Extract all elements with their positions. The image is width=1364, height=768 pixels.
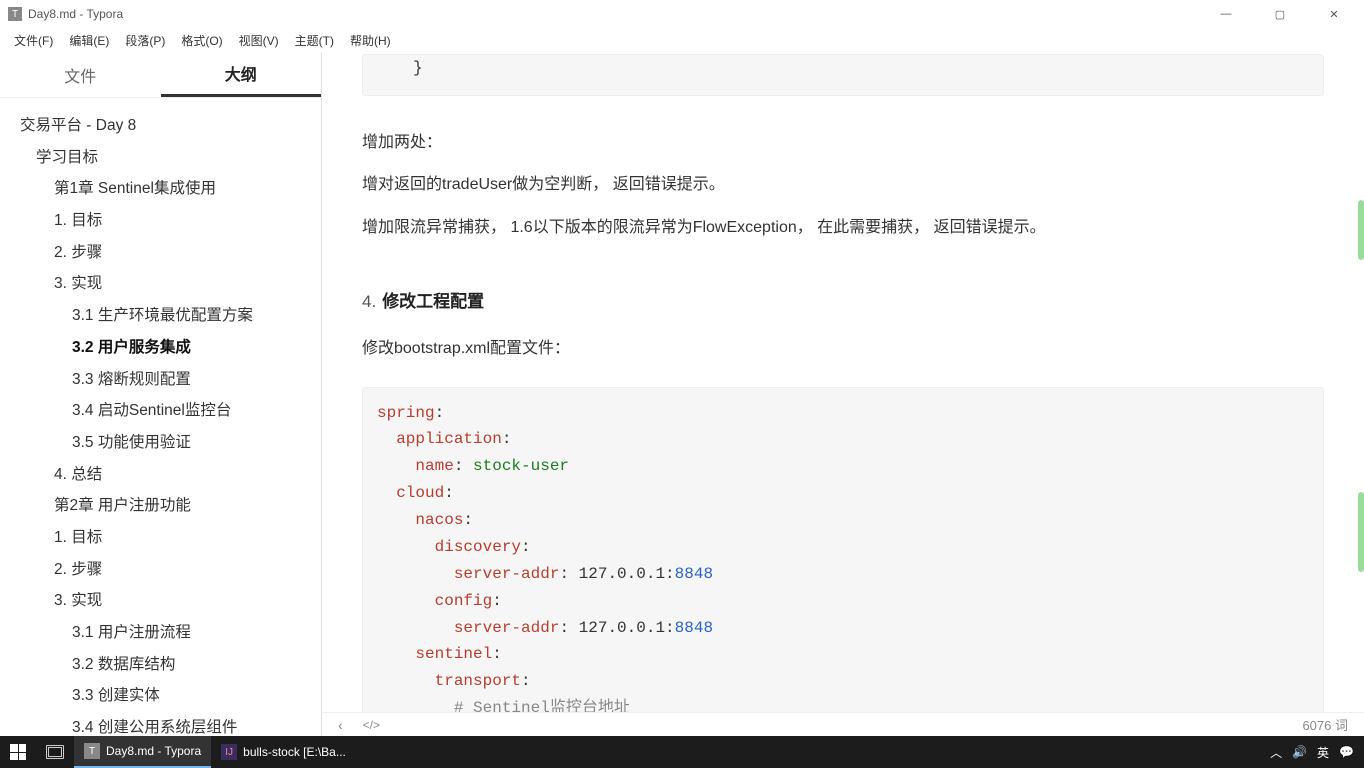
intellij-icon: IJ bbox=[221, 744, 237, 760]
outline-item[interactable]: 2. 步骤 bbox=[16, 237, 321, 269]
outline-item[interactable]: 第2章 用户注册功能 bbox=[16, 490, 321, 522]
paragraph[interactable]: 增加限流异常捕获， 1.6以下版本的限流异常为FlowException， 在此… bbox=[362, 209, 1324, 247]
taskview-icon bbox=[46, 745, 64, 759]
window-titlebar: T Day8.md - Typora — ▢ ✕ bbox=[0, 0, 1364, 28]
outline-item[interactable]: 3. 实现 bbox=[16, 585, 321, 617]
editor-content[interactable]: } 增加两处： 增对返回的tradeUser做为空判断， 返回错误提示。 增加限… bbox=[322, 52, 1364, 736]
outline-item[interactable]: 2. 步骤 bbox=[16, 554, 321, 586]
heading-text: 修改工程配置 bbox=[382, 292, 484, 311]
sidebar: 文件 大纲 交易平台 - Day 8学习目标第1章 Sentinel集成使用1.… bbox=[0, 52, 322, 736]
minimap-marker bbox=[1358, 200, 1364, 260]
taskbar-idea[interactable]: IJ bulls-stock [E:\Ba... bbox=[211, 736, 356, 768]
menu-view[interactable]: 视图(V) bbox=[231, 30, 287, 51]
yaml-code-block[interactable]: spring: application: name: stock-user cl… bbox=[362, 387, 1324, 736]
app-icon: T bbox=[8, 7, 22, 21]
source-toggle-icon[interactable]: </> bbox=[363, 718, 380, 732]
outline-item[interactable]: 3.3 熔断规则配置 bbox=[16, 364, 321, 396]
outline-item[interactable]: 3. 实现 bbox=[16, 268, 321, 300]
outline-item[interactable]: 3.2 用户服务集成 bbox=[16, 332, 321, 364]
minimize-button[interactable]: — bbox=[1208, 8, 1244, 21]
tray-ime[interactable]: 英 bbox=[1317, 744, 1329, 761]
paragraph[interactable]: 增对返回的tradeUser做为空判断， 返回错误提示。 bbox=[362, 166, 1324, 204]
close-button[interactable]: ✕ bbox=[1316, 8, 1352, 21]
menu-file[interactable]: 文件(F) bbox=[6, 30, 61, 51]
outline-item[interactable]: 3.1 生产环境最优配置方案 bbox=[16, 300, 321, 332]
word-count[interactable]: 6076 词 bbox=[1302, 715, 1348, 734]
outline-item[interactable]: 交易平台 - Day 8 bbox=[16, 110, 321, 142]
outline-list[interactable]: 交易平台 - Day 8学习目标第1章 Sentinel集成使用1. 目标2. … bbox=[0, 98, 321, 736]
menu-paragraph[interactable]: 段落(P) bbox=[117, 30, 173, 51]
menu-help[interactable]: 帮助(H) bbox=[342, 30, 399, 51]
tray-expand-icon[interactable]: ︿ bbox=[1270, 744, 1282, 761]
menu-theme[interactable]: 主题(T) bbox=[287, 30, 342, 51]
windows-icon bbox=[10, 744, 26, 760]
paragraph[interactable]: 增加两处： bbox=[362, 124, 1324, 162]
tab-files[interactable]: 文件 bbox=[0, 52, 161, 97]
outline-item[interactable]: 3.5 功能使用验证 bbox=[16, 427, 321, 459]
taskbar-item-label: bulls-stock [E:\Ba... bbox=[243, 745, 346, 759]
outline-item[interactable]: 1. 目标 bbox=[16, 205, 321, 237]
tray-notifications-icon[interactable]: 💬 bbox=[1339, 745, 1354, 759]
start-button[interactable] bbox=[0, 736, 36, 768]
outline-item[interactable]: 3.3 创建实体 bbox=[16, 680, 321, 712]
outline-item[interactable]: 3.2 数据库结构 bbox=[16, 649, 321, 681]
maximize-button[interactable]: ▢ bbox=[1262, 8, 1298, 21]
menu-format[interactable]: 格式(O) bbox=[173, 30, 230, 51]
menu-bar: 文件(F) 编辑(E) 段落(P) 格式(O) 视图(V) 主题(T) 帮助(H… bbox=[0, 28, 1364, 52]
outline-item[interactable]: 3.1 用户注册流程 bbox=[16, 617, 321, 649]
outline-item[interactable]: 第1章 Sentinel集成使用 bbox=[16, 173, 321, 205]
tab-outline[interactable]: 大纲 bbox=[161, 52, 322, 97]
code-block-tail[interactable]: } bbox=[362, 54, 1324, 96]
status-bar: ‹ </> 6076 词 bbox=[322, 712, 1364, 736]
outline-item[interactable]: 1. 目标 bbox=[16, 522, 321, 554]
typora-icon: T bbox=[84, 743, 100, 759]
outline-item[interactable]: 学习目标 bbox=[16, 142, 321, 174]
heading-number: 4. bbox=[362, 292, 376, 311]
menu-edit[interactable]: 编辑(E) bbox=[61, 30, 117, 51]
taskbar-item-label: Day8.md - Typora bbox=[106, 744, 201, 758]
window-title: Day8.md - Typora bbox=[28, 7, 1208, 21]
heading-4[interactable]: 4. 修改工程配置 bbox=[362, 287, 1324, 312]
tray-volume-icon[interactable]: 🔊 bbox=[1292, 745, 1307, 759]
windows-taskbar: T Day8.md - Typora IJ bulls-stock [E:\Ba… bbox=[0, 736, 1364, 768]
outline-item[interactable]: 3.4 启动Sentinel监控台 bbox=[16, 395, 321, 427]
back-icon[interactable]: ‹ bbox=[338, 717, 343, 733]
task-view-button[interactable] bbox=[36, 736, 74, 768]
taskbar-typora[interactable]: T Day8.md - Typora bbox=[74, 736, 211, 768]
outline-item[interactable]: 4. 总结 bbox=[16, 459, 321, 491]
outline-item[interactable]: 3.4 创建公用系统层组件 bbox=[16, 712, 321, 736]
minimap-marker bbox=[1358, 492, 1364, 572]
paragraph[interactable]: 修改bootstrap.xml配置文件： bbox=[362, 330, 1324, 368]
